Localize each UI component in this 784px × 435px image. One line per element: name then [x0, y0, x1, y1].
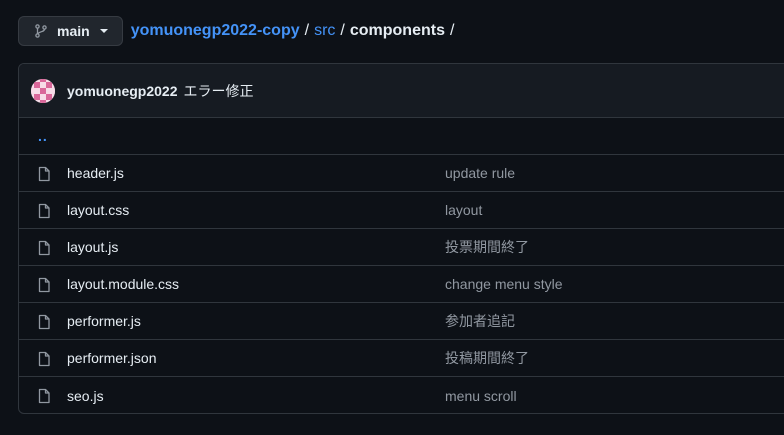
file-name-link[interactable]: performer.json: [67, 350, 156, 366]
file-row[interactable]: layout.module.css change menu style: [19, 266, 784, 303]
file-commit-message-link[interactable]: menu scroll: [445, 388, 517, 404]
file-icon: [36, 166, 52, 182]
latest-commit-row: yomuonegp2022 エラー修正: [19, 64, 784, 118]
parent-directory-row[interactable]: ..: [19, 118, 784, 155]
file-commit-message-link[interactable]: update rule: [445, 165, 515, 181]
file-icon: [36, 388, 52, 404]
top-bar: main yomuonegp2022-copy / src / componen…: [18, 15, 459, 47]
breadcrumb-separator: /: [449, 22, 455, 39]
breadcrumb: yomuonegp2022-copy / src / components /: [131, 22, 460, 40]
file-rows: header.js update rule layout.css layout layo…: [19, 155, 784, 413]
file-icon: [36, 351, 52, 367]
avatar[interactable]: [31, 78, 55, 103]
file-name-link[interactable]: layout.js: [67, 239, 118, 255]
file-row[interactable]: seo.js menu scroll: [19, 377, 784, 413]
commit-author-link[interactable]: yomuonegp2022: [67, 83, 177, 99]
breadcrumb-repo-link[interactable]: yomuonegp2022-copy: [131, 22, 300, 40]
file-commit-message-link[interactable]: 投票期間終了: [445, 237, 529, 257]
file-row[interactable]: layout.css layout: [19, 192, 784, 229]
breadcrumb-current-dir: components: [349, 22, 445, 39]
breadcrumb-separator: /: [304, 22, 310, 39]
file-icon: [36, 203, 52, 219]
file-name-link[interactable]: layout.module.css: [67, 276, 179, 292]
file-row[interactable]: performer.json 投稿期間終了: [19, 340, 784, 377]
branch-name: main: [57, 23, 90, 39]
breadcrumb-separator: /: [340, 22, 345, 39]
file-row[interactable]: performer.js 参加者追記: [19, 303, 784, 340]
file-row[interactable]: layout.js 投票期間終了: [19, 229, 784, 266]
commit-message-link[interactable]: エラー修正: [183, 81, 253, 101]
chevron-down-icon: [99, 29, 108, 33]
file-commit-message-link[interactable]: change menu style: [445, 276, 563, 292]
file-name-link[interactable]: performer.js: [67, 313, 141, 329]
file-commit-message-link[interactable]: 参加者追記: [445, 311, 515, 331]
file-name-link[interactable]: layout.css: [67, 202, 129, 218]
file-row[interactable]: header.js update rule: [19, 155, 784, 192]
file-list-box: yomuonegp2022 エラー修正 .. header.js update r…: [18, 63, 784, 414]
file-name-link[interactable]: header.js: [67, 165, 124, 181]
file-icon: [36, 314, 52, 330]
file-commit-message-link[interactable]: 投稿期間終了: [445, 348, 529, 368]
file-name-link[interactable]: seo.js: [67, 388, 104, 404]
file-icon: [36, 240, 52, 256]
file-icon: [36, 277, 52, 293]
parent-directory-link[interactable]: ..: [38, 128, 48, 144]
branch-select-button[interactable]: main: [18, 16, 123, 46]
git-branch-icon: [33, 23, 49, 39]
file-commit-message-link[interactable]: layout: [445, 202, 482, 218]
breadcrumb-src-link[interactable]: src: [314, 22, 335, 40]
